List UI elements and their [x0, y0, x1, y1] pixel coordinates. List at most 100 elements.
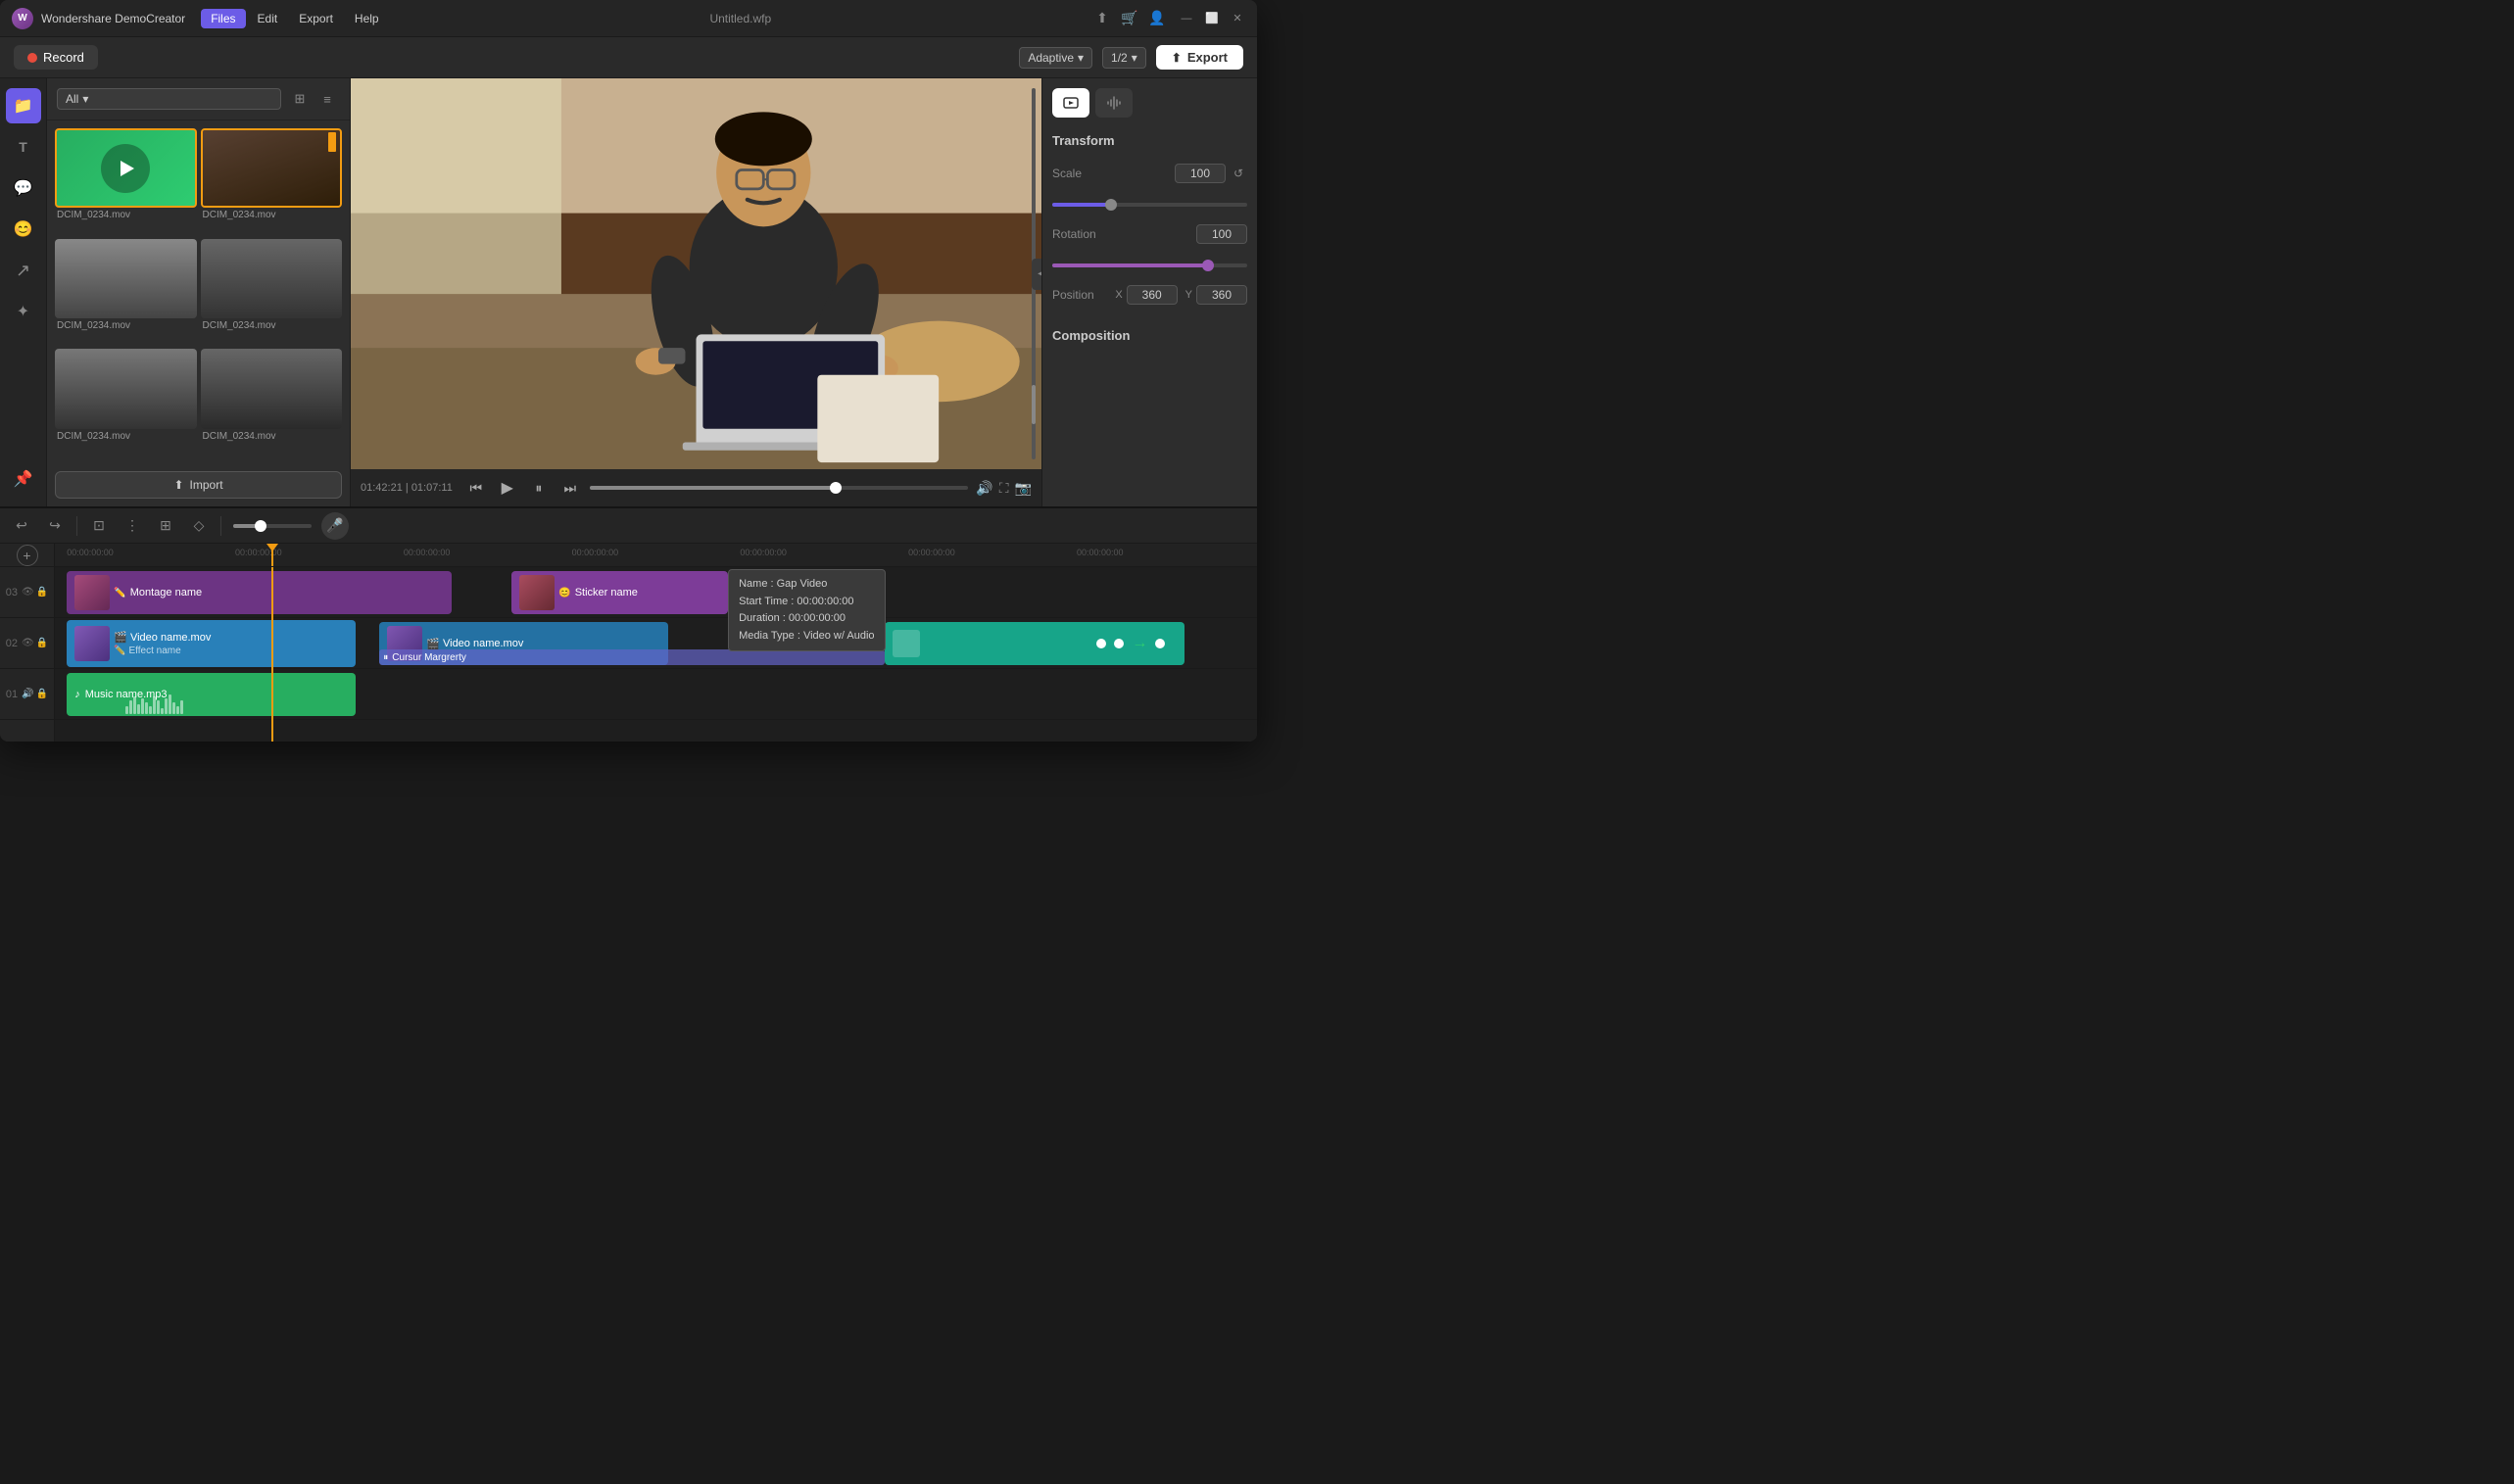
sidebar-speech-icon[interactable]: 💬 — [6, 170, 41, 206]
pause-btn[interactable]: ⏸ — [527, 476, 551, 500]
cursor-clip[interactable]: ⏸ Cursur Margrerty — [379, 649, 884, 665]
audio-properties-tab[interactable] — [1095, 88, 1133, 118]
volume-icon[interactable]: 🔊 — [22, 689, 33, 699]
sticker-clip[interactable]: 😊 Sticker name — [511, 571, 728, 614]
play-btn[interactable]: ▶ — [496, 476, 519, 500]
preview-scroll-thumb — [1032, 385, 1036, 424]
tooltip-media: Media Type : Video w/ Audio — [739, 628, 874, 646]
screenshot-btn[interactable]: 📷 — [1015, 480, 1032, 497]
crop-btn[interactable]: ⊡ — [85, 512, 113, 540]
video-properties-tab[interactable] — [1052, 88, 1089, 118]
ratio-dropdown[interactable]: 1/2 ▾ — [1102, 47, 1146, 69]
track-label-01: 01 🔊 🔒 — [0, 669, 54, 720]
redo-btn[interactable]: ↪ — [41, 512, 69, 540]
music-label: Music name.mp3 — [85, 689, 168, 700]
sidebar-emoji-icon[interactable]: 😊 — [6, 212, 41, 247]
progress-bar[interactable] — [590, 486, 968, 490]
video-clip-1[interactable]: 🎬 Video name.mov ✏️ Effect name — [67, 620, 355, 667]
playhead[interactable] — [271, 544, 273, 566]
toolbar: Record Adaptive ▾ 1/2 ▾ ⬆ Export — [0, 37, 1257, 78]
video-icon: 🎬 — [426, 638, 440, 650]
record-button[interactable]: Record — [14, 45, 98, 70]
y-input[interactable] — [1196, 285, 1247, 305]
progress-handle[interactable] — [830, 482, 842, 494]
save-icon[interactable]: ⬆ — [1092, 9, 1112, 28]
lock-icon[interactable]: 🔒 — [36, 689, 48, 699]
montage-label: Montage name — [130, 587, 202, 598]
menu-help[interactable]: Help — [345, 9, 389, 28]
media-item[interactable]: DCIM_0234.mov — [55, 239, 197, 346]
rotation-input[interactable] — [1196, 224, 1247, 244]
mic-button[interactable]: 🎤 — [321, 512, 349, 540]
rotation-slider-handle[interactable] — [1202, 260, 1214, 271]
import-button[interactable]: ⬆ Import — [55, 471, 342, 499]
maximize-btn[interactable]: ⬜ — [1204, 11, 1220, 26]
close-btn[interactable]: ✕ — [1230, 11, 1245, 26]
media-item[interactable]: DCIM_0234.mov — [55, 128, 197, 235]
add-track-btn[interactable]: + — [17, 545, 38, 566]
sidebar-text-icon[interactable]: T — [6, 129, 41, 165]
scale-slider-handle[interactable] — [1105, 199, 1117, 211]
volume-icon[interactable]: 🔊 — [976, 480, 992, 497]
media-item[interactable]: DCIM_0234.mov — [201, 349, 343, 455]
export-button[interactable]: ⬆ Export — [1156, 45, 1243, 70]
track-num: 01 — [6, 689, 18, 700]
gap-video-tooltip: Name : Gap Video Start Time : 00:00:00:0… — [728, 569, 885, 651]
split-btn[interactable]: ⋮ — [119, 512, 146, 540]
minimize-btn[interactable]: — — [1179, 11, 1194, 26]
preview-area: ◀ 01:42:21 | 01:07:11 ⏮ ▶ ⏸ ⏭ 🔊 — [351, 78, 1041, 506]
rotation-slider[interactable] — [1052, 263, 1247, 267]
list-view-btn[interactable]: ≡ — [314, 86, 340, 112]
scale-reset-btn[interactable]: ↺ — [1230, 165, 1247, 182]
media-thumbnail — [201, 239, 343, 318]
zoom-track[interactable] — [233, 524, 312, 528]
sticker-label: Sticker name — [575, 587, 638, 598]
sidebar-pin-icon[interactable]: 📌 — [6, 461, 41, 497]
montage-clip[interactable]: ✏️ Montage name — [67, 571, 452, 614]
record-label: Record — [43, 50, 84, 65]
ruler-tick: 00:00:00:00 — [908, 548, 955, 557]
grid-view-btn[interactable]: ⊞ — [287, 86, 313, 112]
scale-slider[interactable] — [1052, 203, 1247, 207]
video-clip-3[interactable]: → — [885, 622, 1185, 665]
adaptive-dropdown[interactable]: Adaptive ▾ — [1019, 47, 1092, 69]
x-input[interactable] — [1127, 285, 1178, 305]
trim-btn[interactable]: ⊞ — [152, 512, 179, 540]
media-filter-dropdown[interactable]: All ▾ — [57, 88, 281, 110]
ruler-tick: 00:00:00:00 — [67, 548, 114, 557]
media-item[interactable]: DCIM_0234.mov — [201, 128, 343, 235]
sidebar-effects-icon[interactable]: ✦ — [6, 294, 41, 329]
skip-forward-btn[interactable]: ⏭ — [558, 476, 582, 500]
sidebar-folder-icon[interactable]: 📁 — [6, 88, 41, 123]
menu-edit[interactable]: Edit — [248, 9, 288, 28]
menu-export[interactable]: Export — [289, 9, 343, 28]
media-item[interactable]: DCIM_0234.mov — [201, 239, 343, 346]
user-icon[interactable]: 👤 — [1147, 9, 1167, 28]
media-grid: DCIM_0234.mov DCIM_0234.mov DCIM_0234.mo… — [47, 120, 350, 463]
undo-btn[interactable]: ↩ — [8, 512, 35, 540]
fullscreen-btn[interactable]: ⛶ — [999, 480, 1009, 497]
media-filename: DCIM_0234.mov — [55, 210, 197, 220]
title-bar: W Wondershare DemoCreator Files Edit Exp… — [0, 0, 1257, 37]
eye-icon[interactable]: 👁 — [22, 638, 34, 648]
cart-icon[interactable]: 🛒 — [1120, 9, 1139, 28]
timeline-area: ↩ ↪ ⊡ ⋮ ⊞ ◇ 🎤 + 03 — [0, 506, 1257, 742]
collapse-panel-btn[interactable]: ◀ — [1032, 259, 1041, 290]
ratio-label: 1/2 — [1111, 51, 1128, 65]
music-clip[interactable]: ♪ Music name.mp3 // Inline waveform - wi… — [67, 673, 355, 716]
track-controls: 👁 🔒 — [22, 638, 48, 648]
zoom-handle[interactable] — [255, 520, 266, 532]
lock-icon[interactable]: 🔒 — [36, 638, 48, 648]
record-indicator — [27, 53, 37, 63]
menu-files[interactable]: Files — [201, 9, 245, 28]
app-name: Wondershare DemoCreator — [41, 12, 185, 25]
scale-input[interactable] — [1175, 164, 1226, 183]
sidebar-cursor-icon[interactable]: ↗ — [6, 253, 41, 288]
media-item[interactable]: DCIM_0234.mov — [55, 349, 197, 455]
eye-icon[interactable]: 👁 — [22, 587, 34, 598]
skip-back-btn[interactable]: ⏮ — [464, 476, 488, 500]
lock-icon[interactable]: 🔒 — [36, 587, 48, 598]
scale-slider-fill — [1052, 203, 1111, 207]
filter-chevron: ▾ — [82, 92, 88, 106]
keyframe-btn[interactable]: ◇ — [185, 512, 213, 540]
